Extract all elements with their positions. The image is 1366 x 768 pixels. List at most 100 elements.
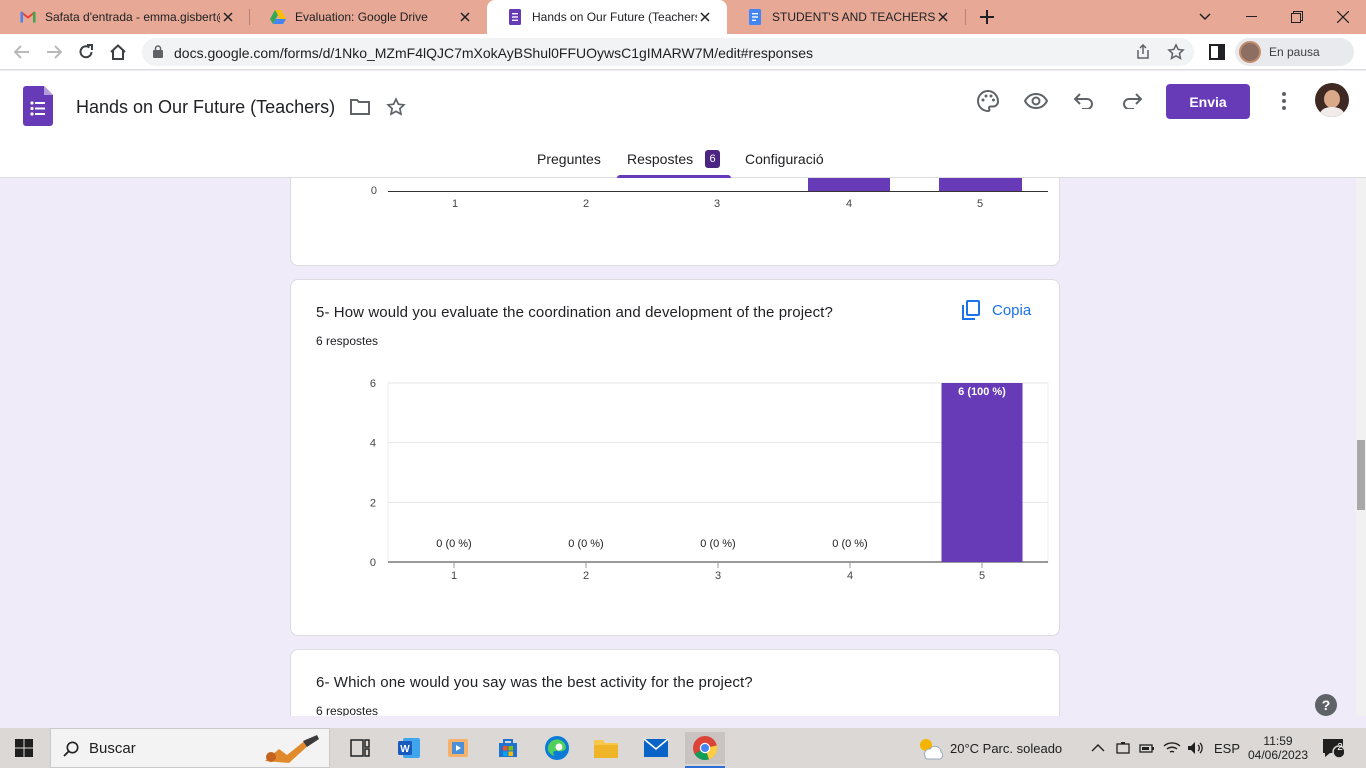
side-panel-button[interactable] — [1203, 38, 1231, 66]
redo-button[interactable] — [1118, 87, 1146, 115]
profile-status: En pausa — [1269, 45, 1320, 59]
data-label: 0 (0 %) — [832, 538, 867, 550]
x-tick-label: 2 — [583, 570, 589, 582]
undo-icon — [1074, 93, 1093, 109]
star-button[interactable] — [382, 93, 410, 121]
close-tab-icon[interactable] — [697, 9, 713, 25]
meet-now-icon[interactable] — [1116, 728, 1130, 768]
tab-docs[interactable]: STUDENT'S AND TEACHERS' EVA — [727, 0, 965, 34]
y-tick-label: 0 — [370, 185, 377, 197]
back-button[interactable] — [8, 38, 36, 66]
preview-button[interactable] — [1022, 87, 1050, 115]
data-label: 0 (0 %) — [436, 538, 471, 550]
tab-responses[interactable]: Respostes — [627, 151, 693, 167]
notifications-button[interactable]: 2 — [1322, 728, 1344, 768]
more-options-button[interactable] — [1270, 87, 1298, 115]
x-tick-label: 4 — [845, 198, 853, 210]
file-explorer-app[interactable] — [586, 732, 626, 764]
customize-theme-button[interactable] — [974, 87, 1002, 115]
arrow-left-icon — [14, 45, 29, 59]
wifi-icon[interactable] — [1163, 728, 1181, 768]
forms-icon — [507, 9, 523, 25]
scrollbar-thumb[interactable] — [1357, 440, 1365, 510]
close-tab-icon[interactable] — [935, 9, 951, 25]
edge-app[interactable] — [537, 732, 577, 764]
close-tab-icon[interactable] — [220, 9, 236, 25]
edge-icon — [545, 736, 569, 760]
media-player-app[interactable] — [438, 732, 478, 764]
store-app[interactable] — [488, 732, 528, 764]
lock-icon[interactable] — [153, 45, 163, 63]
x-tick-label: 2 — [582, 198, 590, 210]
x-tick-label: 1 — [451, 570, 457, 582]
tab-gmail[interactable]: Safata d'entrada - emma.gisbert@ — [0, 0, 250, 34]
close-window-button[interactable] — [1320, 0, 1366, 34]
new-tab-button[interactable] — [974, 4, 1000, 30]
forward-button[interactable] — [40, 38, 68, 66]
task-view-button[interactable] — [340, 732, 380, 764]
share-icon[interactable] — [1135, 43, 1151, 65]
bar-5 — [941, 383, 1023, 562]
search-highlight-icon — [259, 735, 325, 765]
chevron-up-icon — [1091, 744, 1105, 752]
x-axis — [388, 191, 1048, 192]
palette-icon — [977, 90, 999, 112]
drive-icon — [270, 9, 286, 25]
browser-toolbar: docs.google.com/forms/d/1Nko_MZmF4lQJC7m… — [0, 34, 1366, 70]
forms-logo-icon[interactable] — [23, 86, 53, 131]
minimize-button[interactable] — [1228, 0, 1274, 34]
chrome-app-active[interactable] — [685, 732, 725, 768]
y-tick-label: 6 — [370, 378, 376, 390]
redo-icon — [1123, 93, 1142, 109]
clock[interactable]: 11:59 04/06/2023 — [1248, 728, 1308, 768]
form-title[interactable]: Hands on Our Future (Teachers) — [76, 97, 335, 118]
weather-widget[interactable]: 20°C Parc. soleado — [916, 728, 1062, 768]
gmail-icon — [20, 9, 36, 25]
tab-settings[interactable]: Configuració — [745, 151, 824, 167]
tab-forms-active[interactable]: Hands on Our Future (Teachers) - — [487, 0, 727, 34]
battery-icon[interactable] — [1139, 728, 1155, 768]
windows-taskbar: Buscar W 20°C Parc. soleado ESP 11:59 04… — [0, 728, 1366, 768]
side-panel-icon — [1209, 44, 1225, 60]
search-placeholder: Buscar — [89, 739, 136, 757]
bar-4 — [808, 178, 890, 191]
plus-icon — [980, 10, 994, 24]
tab-search-button[interactable] — [1182, 0, 1228, 34]
question-card-6: 6- Which one would you say was the best … — [290, 649, 1060, 716]
account-avatar[interactable] — [1315, 83, 1349, 117]
taskbar-search[interactable]: Buscar — [50, 728, 330, 768]
volume-icon[interactable] — [1187, 728, 1205, 768]
language-indicator[interactable]: ESP — [1214, 728, 1240, 768]
avatar — [1239, 41, 1261, 63]
start-button[interactable] — [4, 732, 44, 764]
address-bar[interactable]: docs.google.com/forms/d/1Nko_MZmF4lQJC7m… — [142, 38, 1194, 66]
help-button[interactable]: ? — [1315, 694, 1337, 716]
tab-label: Hands on Our Future (Teachers) - — [532, 10, 697, 24]
restore-button[interactable] — [1274, 0, 1320, 34]
word-app[interactable]: W — [389, 732, 429, 764]
home-button[interactable] — [104, 38, 132, 66]
profile-paused-button[interactable]: En pausa — [1235, 38, 1354, 66]
reload-button[interactable] — [72, 38, 100, 66]
mail-app[interactable] — [636, 732, 676, 764]
clock-date: 04/06/2023 — [1247, 748, 1309, 762]
move-to-folder-button[interactable] — [346, 93, 374, 121]
star-icon — [386, 97, 406, 116]
more-vert-icon — [1282, 92, 1286, 110]
home-icon — [110, 44, 126, 60]
weather-partly-sunny-icon — [920, 739, 944, 760]
close-tab-icon[interactable] — [457, 9, 473, 25]
tab-drive[interactable]: Evaluation: Google Drive — [250, 0, 487, 34]
mail-icon — [643, 738, 669, 757]
show-hidden-icons-button[interactable] — [1091, 728, 1105, 768]
menu-kebab-icon[interactable] — [1358, 38, 1366, 66]
undo-button[interactable] — [1070, 87, 1098, 115]
send-button[interactable]: Envia — [1166, 84, 1250, 119]
tab-separator — [965, 9, 966, 25]
response-count: 6 respostes — [316, 704, 379, 716]
tab-questions[interactable]: Preguntes — [537, 151, 601, 167]
eye-icon — [1024, 93, 1048, 109]
bookmark-star-icon[interactable] — [1167, 43, 1185, 66]
restore-icon — [1291, 11, 1303, 23]
x-tick-label: 4 — [847, 570, 853, 582]
